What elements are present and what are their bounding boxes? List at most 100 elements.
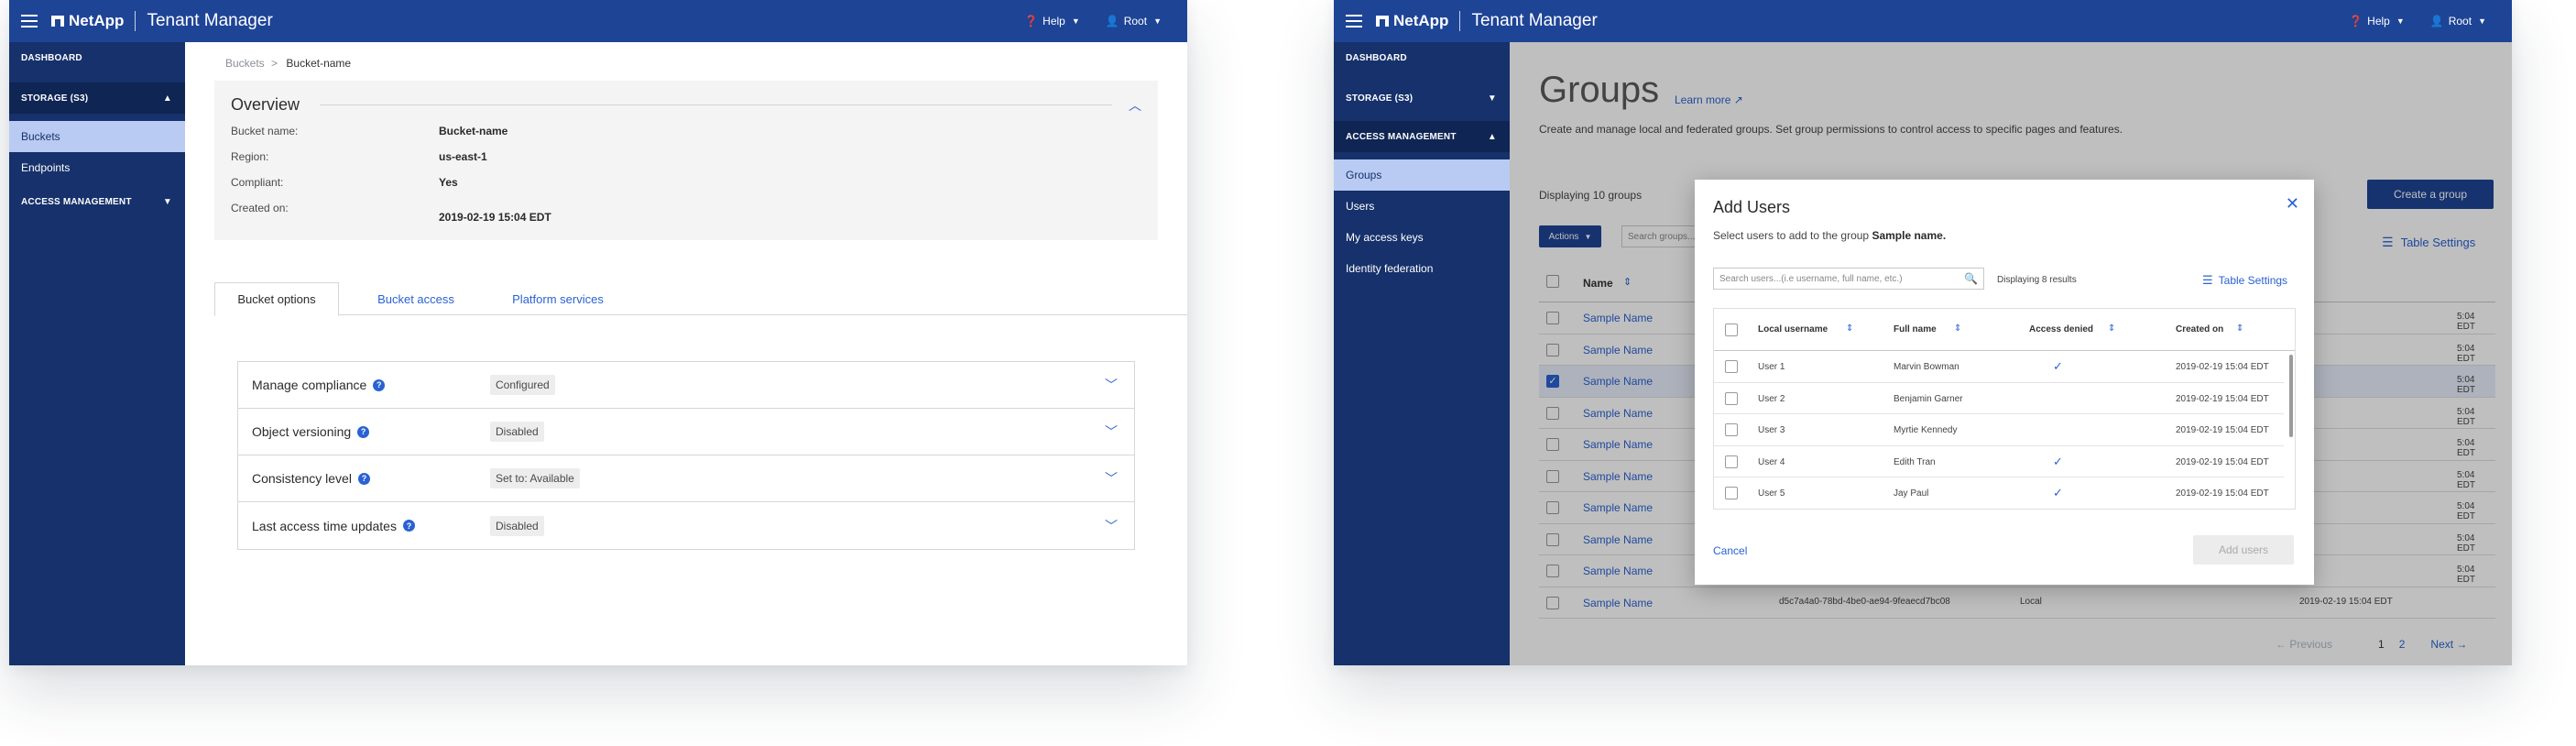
- brand-divider: [1459, 11, 1461, 31]
- option-label: Manage compliance: [252, 378, 367, 392]
- sidebar-item-label: Users: [1346, 200, 1375, 213]
- cancel-button[interactable]: Cancel: [1713, 544, 1747, 557]
- close-icon[interactable]: ✕: [2286, 194, 2299, 214]
- chevron-down-icon[interactable]: ﹀: [1105, 376, 1118, 394]
- menu-icon[interactable]: [1334, 0, 1374, 42]
- brand[interactable]: NetApp: [1376, 12, 1448, 30]
- tab-bucket-access[interactable]: Bucket access: [361, 282, 471, 315]
- sidebar-item-users[interactable]: Users: [1334, 191, 1510, 222]
- table-settings-link[interactable]: ☰ Table Settings: [2202, 273, 2287, 288]
- column-header-username[interactable]: Local username: [1758, 324, 1828, 335]
- chevron-down-icon[interactable]: ﹀: [1105, 517, 1118, 535]
- add-users-button[interactable]: Add users: [2193, 535, 2294, 565]
- column-header-access-denied[interactable]: Access denied: [2029, 324, 2093, 335]
- sidebar-item-identity-federation[interactable]: Identity federation: [1334, 253, 1510, 284]
- help-icon[interactable]: ?: [357, 425, 370, 438]
- sidebar-item-groups[interactable]: Groups: [1334, 159, 1510, 191]
- sidebar-item-dashboard[interactable]: DASHBOARD: [1334, 42, 1510, 73]
- table-row[interactable]: User 3 Myrtie Kennedy 2019-02-19 15:04 EDT: [1714, 414, 2284, 446]
- username-cell: User 5: [1758, 488, 1785, 499]
- sidebar-item-label: Groups: [1346, 169, 1382, 181]
- sidebar-item-storage[interactable]: STORAGE (S3) ▲: [9, 82, 185, 114]
- help-menu[interactable]: ❓ Help ▼: [2349, 15, 2405, 27]
- table-row[interactable]: User 2 Benjamin Garner 2019-02-19 15:04 ED…: [1714, 383, 2284, 414]
- help-icon[interactable]: ?: [373, 378, 386, 391]
- help-label: Help: [1042, 15, 1065, 27]
- user-menu[interactable]: 👤 Root ▼: [1106, 15, 1162, 27]
- chevron-down-icon[interactable]: ﹀: [1105, 422, 1118, 441]
- username-cell: User 1: [1758, 362, 1785, 372]
- table-row[interactable]: User 4 Edith Tran ✓ 2019-02-19 15:04 EDT: [1714, 446, 2284, 477]
- status-badge: Disabled: [490, 422, 544, 442]
- username-cell: User 4: [1758, 456, 1785, 467]
- user-menu[interactable]: 👤 Root ▼: [2430, 15, 2486, 27]
- column-header-created-on[interactable]: Created on: [2176, 324, 2223, 335]
- sidebar-item-access-management[interactable]: ACCESS MANAGEMENT ▼: [9, 183, 185, 220]
- sort-icon[interactable]: ⇕: [1846, 324, 1853, 334]
- menu-icon[interactable]: [9, 0, 49, 42]
- row-checkbox[interactable]: [1725, 455, 1738, 468]
- sidebar: DASHBOARD STORAGE (S3) ▼ ACCESS MANAGEME…: [1334, 42, 1510, 665]
- sidebar-item-dashboard[interactable]: DASHBOARD: [9, 42, 185, 73]
- column-header-full-name[interactable]: Full name: [1894, 324, 1937, 335]
- row-checkbox[interactable]: [1725, 487, 1738, 499]
- sidebar-item-endpoints[interactable]: Endpoints: [9, 152, 185, 183]
- overview-label: Region:: [231, 150, 269, 163]
- overview-panel: Overview ︿ Bucket name: Bucket-name Regi…: [214, 81, 1158, 240]
- full-name-cell: Marvin Bowman: [1894, 362, 1959, 372]
- tab-platform-services[interactable]: Platform services: [489, 282, 627, 315]
- sidebar-item-storage[interactable]: STORAGE (S3) ▼: [1334, 82, 1510, 114]
- sidebar-item-label: ACCESS MANAGEMENT: [1346, 131, 1457, 142]
- help-icon[interactable]: ?: [402, 520, 415, 532]
- main-content: Groups Learn more ↗ Create and manage lo…: [1510, 42, 2512, 665]
- created-on-cell: 2019-02-19 15:04 EDT: [2176, 425, 2269, 435]
- search-icon[interactable]: 🔍: [1964, 272, 1978, 285]
- help-menu[interactable]: ❓ Help ▼: [1024, 15, 1080, 27]
- modal-title: Add Users: [1713, 198, 1791, 216]
- app-title: Tenant Manager: [1471, 11, 1598, 30]
- help-icon[interactable]: ?: [357, 472, 370, 485]
- sidebar-item-label: ACCESS MANAGEMENT: [21, 196, 132, 207]
- breadcrumb-link-buckets[interactable]: Buckets: [225, 57, 265, 70]
- option-row-object-versioning[interactable]: Object versioning? Disabled ﹀: [238, 409, 1134, 455]
- check-icon: ✓: [2053, 359, 2063, 373]
- option-label: Last access time updates: [252, 518, 397, 533]
- breadcrumb-separator: >: [271, 57, 278, 70]
- table-row[interactable]: User 1 Marvin Bowman ✓ 2019-02-19 15:04 EDT: [1714, 351, 2284, 383]
- brand[interactable]: NetApp: [51, 12, 124, 30]
- option-row-manage-compliance[interactable]: Manage compliance? Configured ﹀: [238, 362, 1134, 409]
- option-row-consistency-level[interactable]: Consistency level? Set to: Available ﹀: [238, 455, 1134, 502]
- add-users-modal: Add Users ✕ Select users to add to the g…: [1695, 180, 2314, 585]
- users-table: Local username ⇕ Full name ⇕ Access deni…: [1713, 308, 2296, 510]
- user-search-input[interactable]: Search users...(i.e username, full name,…: [1713, 268, 1984, 290]
- table-row[interactable]: User 5 Jay Paul ✓ 2019-02-19 15:04 EDT: [1714, 477, 2284, 509]
- chevron-up-icon[interactable]: ︿: [1129, 96, 1141, 115]
- sort-icon[interactable]: ⇕: [2108, 324, 2115, 334]
- sidebar-item-label: My access keys: [1346, 231, 1424, 244]
- user-icon: 👤: [1105, 15, 1119, 27]
- sort-icon[interactable]: ⇕: [1954, 324, 1961, 334]
- sliders-icon: ☰: [2202, 273, 2213, 287]
- user-label: Root: [2448, 15, 2472, 27]
- result-count: Displaying 8 results: [1997, 275, 2077, 285]
- chevron-down-icon: ▼: [1487, 93, 1497, 104]
- chevron-up-icon: ▲: [162, 93, 172, 104]
- chevron-down-icon[interactable]: ﹀: [1105, 469, 1118, 488]
- tab-bucket-options[interactable]: Bucket options: [214, 282, 339, 316]
- app-title: Tenant Manager: [147, 11, 273, 30]
- select-all-checkbox[interactable]: [1725, 324, 1738, 336]
- sidebar-item-access-management[interactable]: ACCESS MANAGEMENT ▲: [1334, 121, 1510, 152]
- option-row-last-access-time[interactable]: Last access time updates? Disabled ﹀: [238, 502, 1134, 549]
- row-checkbox[interactable]: [1725, 391, 1738, 405]
- row-checkbox[interactable]: [1725, 423, 1738, 436]
- overview-value: Bucket-name: [439, 125, 508, 137]
- sidebar-item-buckets[interactable]: Buckets: [9, 121, 185, 152]
- table-settings-label: Table Settings: [2218, 274, 2288, 287]
- divider: [320, 104, 1112, 105]
- sidebar-item-access-keys[interactable]: My access keys: [1334, 222, 1510, 253]
- table-header: Local username ⇕ Full name ⇕ Access deni…: [1714, 309, 2295, 351]
- row-checkbox[interactable]: [1725, 360, 1738, 373]
- overview-value: Yes: [439, 176, 458, 189]
- sort-icon[interactable]: ⇕: [2236, 324, 2243, 334]
- scrollbar[interactable]: [2289, 355, 2293, 437]
